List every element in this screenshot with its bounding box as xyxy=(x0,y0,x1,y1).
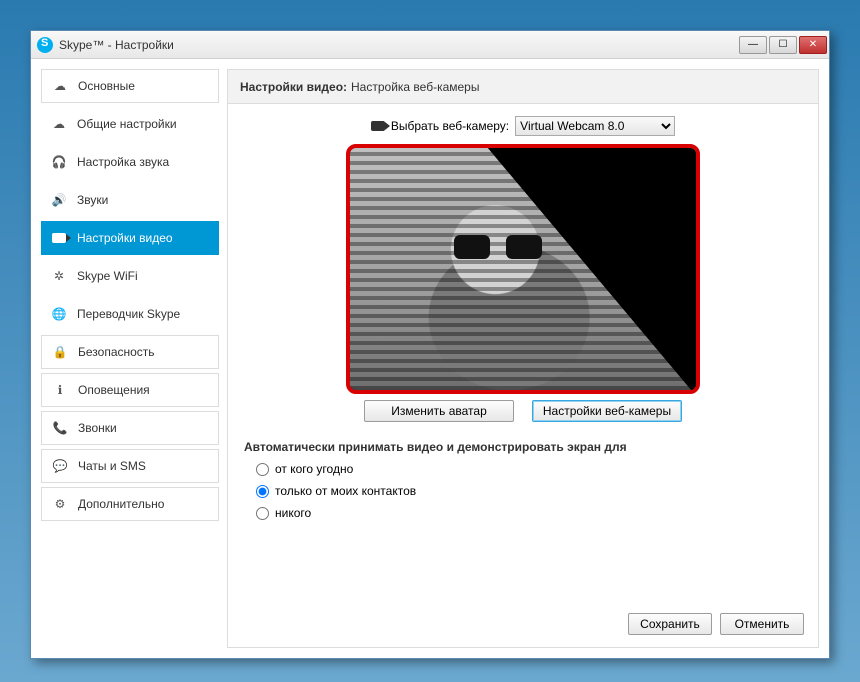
client-area: ☁ Основные ☁ Общие настройки 🎧 Настройка… xyxy=(31,59,829,658)
auto-accept-label: Автоматически принимать видео и демонстр… xyxy=(244,440,804,454)
gear-icon: ⚙ xyxy=(52,496,68,512)
window-buttons: — ☐ ✕ xyxy=(739,36,827,54)
sidebar-item-video[interactable]: Настройки видео xyxy=(41,221,219,255)
sidebar-item-general[interactable]: ☁ Основные xyxy=(41,69,219,103)
header-subtitle: Настройка веб-камеры xyxy=(351,80,479,94)
sidebar-item-label: Переводчик Skype xyxy=(77,307,180,321)
camera-icon xyxy=(51,230,67,246)
preview-container: Изменить аватар Настройки веб-камеры xyxy=(346,144,700,422)
sidebar-item-label: Настройка звука xyxy=(77,155,169,169)
radio-nobody-input[interactable] xyxy=(256,507,269,520)
webcam-settings-button[interactable]: Настройки веб-камеры xyxy=(532,400,682,422)
skype-outline-icon: ☁ xyxy=(52,78,68,94)
headset-icon: 🎧 xyxy=(51,154,67,170)
sidebar-item-audio[interactable]: 🎧 Настройка звука xyxy=(41,145,219,179)
sidebar-item-advanced[interactable]: ⚙ Дополнительно xyxy=(41,487,219,521)
sidebar-item-label: Оповещения xyxy=(78,383,150,397)
sidebar-item-chats[interactable]: 💬 Чаты и SMS xyxy=(41,449,219,483)
titlebar[interactable]: Skype™ - Настройки — ☐ ✕ xyxy=(31,31,829,59)
sidebar-item-wifi[interactable]: ✲ Skype WiFi xyxy=(41,259,219,293)
sidebar-item-general-settings[interactable]: ☁ Общие настройки xyxy=(41,107,219,141)
maximize-button[interactable]: ☐ xyxy=(769,36,797,54)
webcam-select-row: Выбрать веб-камеру: Virtual Webcam 8.0 xyxy=(242,116,804,136)
sidebar-item-label: Звуки xyxy=(77,193,108,207)
radio-anyone[interactable]: от кого угодно xyxy=(256,462,804,476)
cancel-button[interactable]: Отменить xyxy=(720,613,804,635)
sidebar-item-label: Дополнительно xyxy=(78,497,164,511)
sidebar-item-label: Звонки xyxy=(78,421,117,435)
header-title: Настройки видео: xyxy=(240,80,347,94)
speaker-icon: 🔊 xyxy=(51,192,67,208)
webcam-preview xyxy=(346,144,700,394)
radio-nobody[interactable]: никого xyxy=(256,506,804,520)
dialog-footer: Сохранить Отменить xyxy=(628,613,804,635)
lock-icon: 🔒 xyxy=(52,344,68,360)
sidebar-item-translator[interactable]: 🌐 Переводчик Skype xyxy=(41,297,219,331)
camera-icon xyxy=(371,121,385,131)
change-avatar-button[interactable]: Изменить аватар xyxy=(364,400,514,422)
sidebar: ☁ Основные ☁ Общие настройки 🎧 Настройка… xyxy=(41,69,219,648)
sidebar-item-label: Общие настройки xyxy=(77,117,177,131)
sidebar-item-label: Безопасность xyxy=(78,345,155,359)
chat-icon: 💬 xyxy=(52,458,68,474)
close-button[interactable]: ✕ xyxy=(799,36,827,54)
preview-buttons: Изменить аватар Настройки веб-камеры xyxy=(346,400,700,422)
content-body: Выбрать веб-камеру: Virtual Webcam 8.0 И… xyxy=(228,104,818,647)
skype-outline-icon: ☁ xyxy=(51,116,67,132)
content-header: Настройки видео: Настройка веб-камеры xyxy=(228,70,818,104)
save-button[interactable]: Сохранить xyxy=(628,613,712,635)
webcam-select-label: Выбрать веб-камеру: xyxy=(391,119,509,133)
webcam-select[interactable]: Virtual Webcam 8.0 xyxy=(515,116,675,136)
radio-contacts[interactable]: только от моих контактов xyxy=(256,484,804,498)
auto-accept-radios: от кого угодно только от моих контактов … xyxy=(256,462,804,520)
radio-anyone-label: от кого угодно xyxy=(275,462,353,476)
wifi-icon: ✲ xyxy=(51,268,67,284)
globe-icon: 🌐 xyxy=(51,306,67,322)
sidebar-item-sounds[interactable]: 🔊 Звуки xyxy=(41,183,219,217)
radio-anyone-input[interactable] xyxy=(256,463,269,476)
info-icon: ℹ xyxy=(52,382,68,398)
webcam-image-overlay xyxy=(487,147,697,394)
sidebar-item-label: Основные xyxy=(78,79,135,93)
sidebar-item-label: Настройки видео xyxy=(77,231,173,245)
radio-nobody-label: никого xyxy=(275,506,311,520)
sidebar-item-calls[interactable]: 📞 Звонки xyxy=(41,411,219,445)
window-title: Skype™ - Настройки xyxy=(59,38,739,52)
skype-icon xyxy=(37,37,53,53)
minimize-button[interactable]: — xyxy=(739,36,767,54)
sidebar-item-label: Skype WiFi xyxy=(77,269,138,283)
phone-icon: 📞 xyxy=(52,420,68,436)
sidebar-item-label: Чаты и SMS xyxy=(78,459,146,473)
radio-contacts-input[interactable] xyxy=(256,485,269,498)
settings-window: Skype™ - Настройки — ☐ ✕ ☁ Основные ☁ Об… xyxy=(30,30,830,659)
sidebar-item-security[interactable]: 🔒 Безопасность xyxy=(41,335,219,369)
radio-contacts-label: только от моих контактов xyxy=(275,484,416,498)
sidebar-item-notifications[interactable]: ℹ Оповещения xyxy=(41,373,219,407)
content-panel: Настройки видео: Настройка веб-камеры Вы… xyxy=(227,69,819,648)
